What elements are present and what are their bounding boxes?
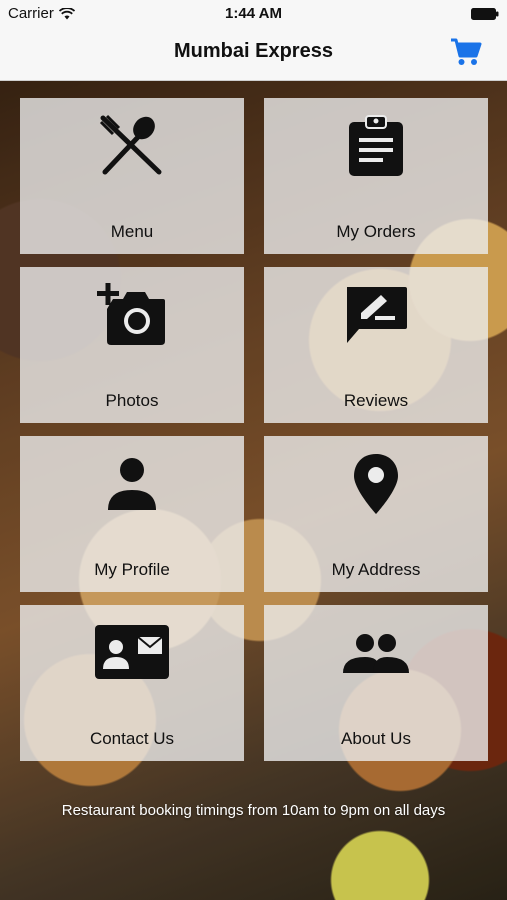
cart-icon[interactable]	[449, 36, 483, 68]
tile-my-address[interactable]: My Address	[264, 436, 488, 592]
review-icon	[347, 287, 407, 343]
tile-contact-us[interactable]: Contact Us	[20, 605, 244, 761]
tile-label: Photos	[105, 391, 159, 410]
tile-menu[interactable]: Menu	[20, 98, 244, 254]
battery-icon	[471, 8, 499, 20]
menu-grid: Menu My Orders Photos Reviews My Profile…	[20, 98, 488, 761]
group-icon	[343, 634, 409, 673]
tile-label: Reviews	[343, 391, 409, 410]
add-photo-icon	[97, 283, 165, 345]
tile-label: My Address	[331, 560, 421, 579]
tile-label: Menu	[110, 222, 154, 241]
tile-label: My Profile	[94, 560, 170, 579]
tile-my-orders[interactable]: My Orders	[264, 98, 488, 254]
tile-label: About Us	[341, 729, 411, 748]
tile-label: Contact Us	[89, 729, 175, 748]
page-title: Mumbai Express	[174, 40, 333, 62]
person-icon	[108, 458, 156, 510]
utensils-icon	[99, 114, 162, 175]
tile-my-profile[interactable]: My Profile	[20, 436, 244, 592]
tile-about-us[interactable]: About Us	[264, 605, 488, 761]
status-time: 1:44 AM	[225, 5, 282, 22]
location-pin-icon	[354, 454, 398, 514]
navigation-bar: Mumbai Express	[0, 28, 507, 81]
contact-card-icon	[95, 625, 169, 679]
tile-reviews[interactable]: Reviews	[264, 267, 488, 423]
booking-timings-text: Restaurant booking timings from 10am to …	[61, 802, 446, 819]
status-bar: Carrier 1:44 AM	[0, 0, 507, 28]
clipboard-icon	[349, 115, 403, 176]
tile-label: My Orders	[336, 222, 416, 241]
tile-photos[interactable]: Photos	[20, 267, 244, 423]
